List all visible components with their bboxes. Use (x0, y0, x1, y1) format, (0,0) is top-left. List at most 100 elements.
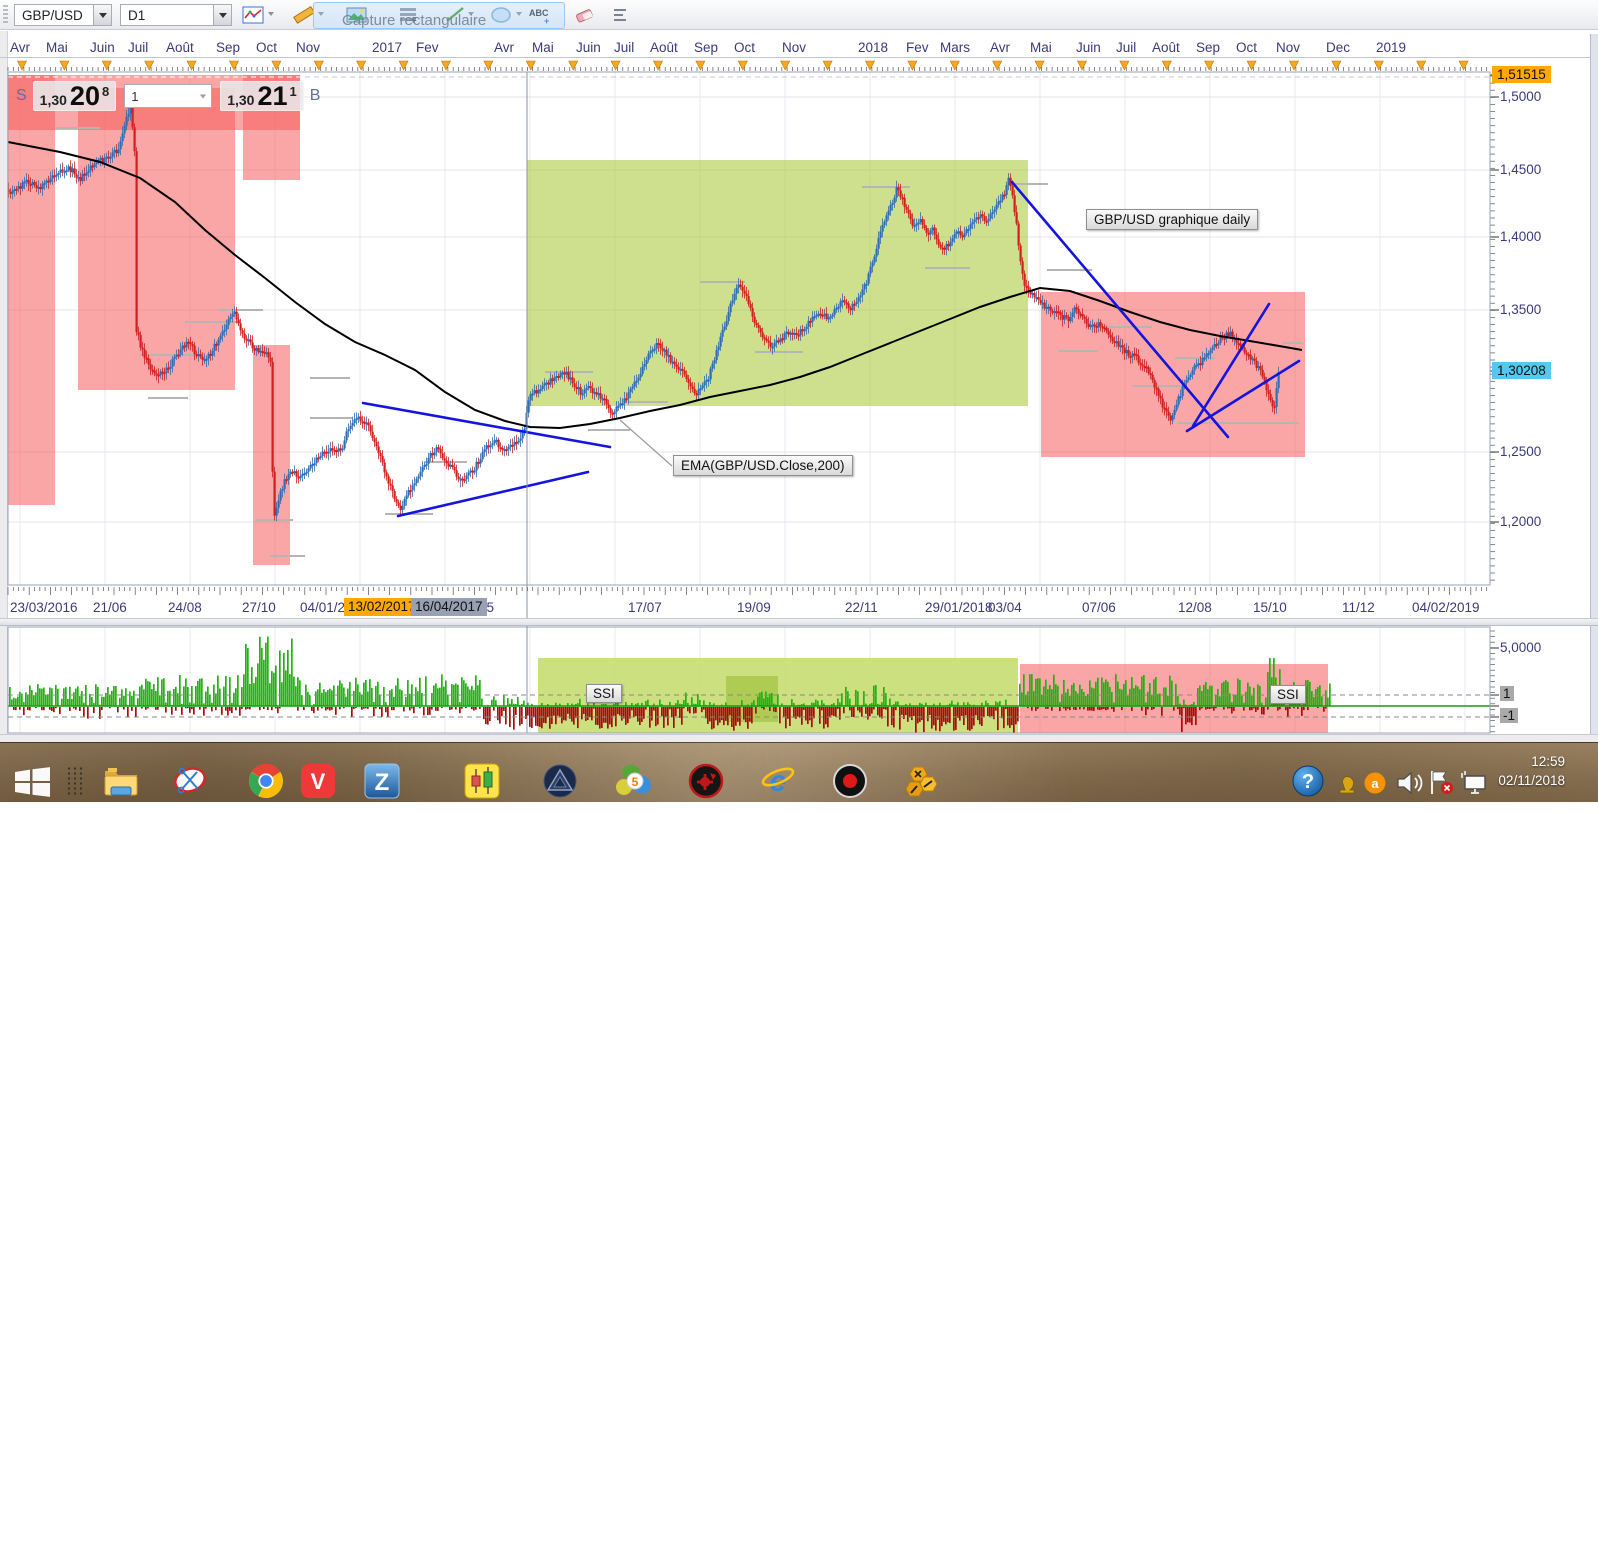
timeframe-combo[interactable]: D1 (120, 4, 232, 26)
price-tag: 1,30208 (1492, 362, 1551, 379)
date-label: 17/07 (628, 600, 662, 615)
price-label: 1,2000 (1500, 514, 1541, 529)
price-label: 1,4000 (1500, 229, 1541, 244)
ssi-axis-tag: 1 (1500, 686, 1514, 701)
layout-icon (612, 6, 630, 24)
quote-box: S 1,30 20 8 1 1,30 21 1 B (12, 79, 324, 113)
date-label: 22/11 (845, 600, 878, 615)
a-badge-icon[interactable]: a (1364, 772, 1387, 795)
file-explorer-icon[interactable] (103, 763, 139, 799)
screen-recorder-icon[interactable] (832, 763, 868, 799)
ssi-axis-tag: -1 (1500, 708, 1518, 723)
date-label: 23/03/2016 (10, 600, 78, 615)
vivaldi-icon[interactable]: V (300, 763, 336, 799)
start-button[interactable] (14, 766, 50, 802)
sell-price-pips: 20 (70, 82, 100, 110)
buy-price[interactable]: 1,30 21 1 (220, 81, 304, 111)
toolbar-grip[interactable] (3, 5, 8, 25)
taskbar-button-active[interactable] (288, 1490, 346, 1542)
ssi-label-left[interactable]: SSI (586, 684, 622, 703)
window-bottom-edge (0, 734, 1598, 742)
date-tag-selected: 16/04/2017 (411, 598, 487, 616)
sell-side-label: S (16, 87, 27, 105)
speaker-icon[interactable] (1396, 770, 1424, 796)
layout-button[interactable] (608, 3, 634, 27)
date-label: 11/12 (1342, 600, 1375, 615)
svg-text:?: ? (1302, 771, 1314, 793)
price-label: 1,3500 (1500, 302, 1541, 317)
hex-toolkit-icon[interactable] (902, 763, 938, 799)
quantity-select[interactable]: 1 (124, 84, 212, 108)
ssi-label-right[interactable]: SSI (1270, 685, 1306, 704)
candlestick-app-icon[interactable] (464, 763, 500, 799)
gold-statue-icon[interactable] (1334, 770, 1360, 796)
eraser-button[interactable] (572, 3, 598, 27)
buy-side-label: B (310, 87, 321, 105)
taskbar-clock[interactable]: 12:59 02/11/2018 (1470, 752, 1565, 790)
daemon-tools-icon[interactable] (542, 763, 578, 799)
date-tag-selected: 13/02/2017 (344, 598, 420, 616)
timeframe-combo-value: D1 (121, 8, 213, 23)
chevron-down-icon[interactable] (93, 5, 111, 25)
panel-splitter[interactable] (0, 618, 1598, 626)
dots-grid-icon[interactable] (66, 766, 83, 796)
date-label: 12/08 (1178, 600, 1212, 615)
date-label: 21/06 (93, 600, 127, 615)
bottom-ruler (8, 587, 1487, 595)
internet-explorer-icon[interactable]: e (760, 763, 796, 799)
ema-label[interactable]: EMA(GBP/USD.Close,200) (673, 455, 853, 476)
eraser-icon (574, 6, 596, 24)
help-icon[interactable]: ? (1292, 765, 1325, 798)
metatrader5-icon[interactable]: 5 (616, 763, 652, 799)
toolbar: GBP/USD D1 (0, 0, 1598, 30)
buy-price-pips: 21 (257, 82, 287, 110)
quantity-value: 1 (125, 89, 199, 104)
date-label: 03/04 (988, 600, 1022, 615)
snipping-tool-icon[interactable] (172, 763, 208, 799)
taskbar-button-active[interactable] (452, 1490, 510, 1542)
price-label: 1,5000 (1500, 89, 1541, 104)
clock-date: 02/11/2018 (1470, 771, 1565, 790)
date-label: 29/01/2018 (925, 600, 993, 615)
gear-utility-icon[interactable] (688, 763, 724, 799)
ruler-icon (292, 5, 314, 25)
signal-zones (8, 75, 1305, 565)
svg-text:Z: Z (375, 769, 390, 796)
price-label: 1,4500 (1500, 162, 1541, 177)
flag-alert-icon[interactable] (1428, 768, 1456, 796)
chart-type-icon (242, 6, 264, 24)
svg-text:5: 5 (632, 775, 639, 789)
date-label: 07/06 (1082, 600, 1116, 615)
date-label: 15/10 (1253, 600, 1287, 615)
date-label: 04/01/2 (300, 600, 345, 615)
clock-time: 12:59 (1470, 752, 1565, 771)
date-label: 27/10 (242, 600, 276, 615)
date-label: 19/09 (737, 600, 771, 615)
chart-title-label[interactable]: GBP/USD graphique daily (1086, 209, 1258, 230)
price-label: 1,2500 (1500, 444, 1541, 459)
ssi-axis-label: 5,0000 (1500, 640, 1541, 655)
z-app-icon[interactable]: Z (364, 763, 400, 799)
sell-price[interactable]: 1,30 20 8 (33, 81, 117, 111)
symbol-combo[interactable]: GBP/USD (14, 4, 112, 26)
capture-tooltip: Capture rectangulaire (342, 12, 486, 29)
date-label: 24/08 (168, 600, 202, 615)
date-label: 04/02/2019 (1412, 600, 1480, 615)
chrome-icon[interactable] (248, 763, 284, 799)
buy-price-fraction: 1 (290, 84, 297, 99)
vertical-scrollbar[interactable] (1590, 34, 1598, 742)
sell-price-base: 1,30 (40, 92, 67, 108)
symbol-combo-value: GBP/USD (15, 8, 93, 23)
taskbar-button-active[interactable] (352, 1490, 410, 1542)
svg-text:V: V (311, 769, 326, 794)
price-axis-ticks (1490, 75, 1499, 732)
price-tag: 1,51515 (1492, 66, 1551, 83)
svg-text:a: a (1371, 776, 1379, 791)
buy-price-base: 1,30 (227, 92, 254, 108)
chevron-down-icon[interactable] (268, 12, 274, 16)
sell-price-fraction: 8 (102, 84, 109, 99)
chart-type-button[interactable] (240, 3, 266, 27)
chevron-down-icon (200, 94, 206, 98)
top-ruler (8, 61, 1487, 71)
chevron-down-icon[interactable] (213, 5, 231, 25)
